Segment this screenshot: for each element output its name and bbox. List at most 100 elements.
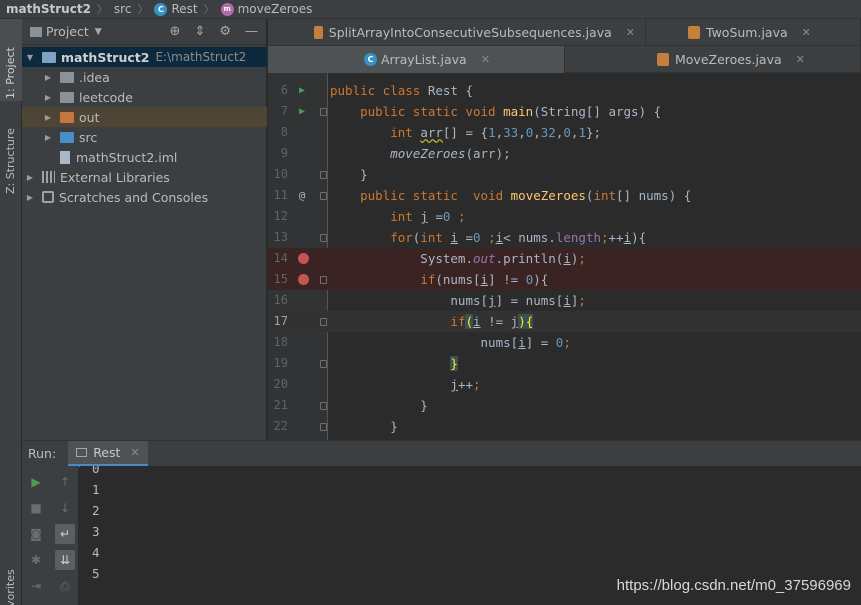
project-panel-header: Project ▼ ⊕ ⇕ ⚙ — xyxy=(22,19,266,45)
run-tab[interactable]: Rest ✕ xyxy=(68,440,148,467)
code-text: int j =0 ; xyxy=(390,209,466,224)
soft-wrap-icon[interactable]: ↵ xyxy=(55,524,75,544)
tab-two-sum[interactable]: TwoSum.java ✕ xyxy=(646,19,861,46)
chevron-down-icon[interactable]: ▼ xyxy=(95,27,102,37)
fold-icon[interactable] xyxy=(320,192,327,200)
line-number: 21 xyxy=(273,398,288,412)
watermark-text: https://blog.csdn.net/m0_37596969 xyxy=(616,577,851,594)
stop-icon[interactable]: ■ xyxy=(26,498,46,518)
source-folder-icon xyxy=(60,131,74,143)
hide-panel-icon[interactable]: — xyxy=(245,24,258,39)
close-icon[interactable]: ✕ xyxy=(796,53,805,66)
fold-icon[interactable] xyxy=(320,423,327,431)
project-toolwindow-button[interactable]: 1: Project xyxy=(4,47,17,99)
code-line[interactable]: 18 nums[i] = 0; xyxy=(268,332,861,353)
collapse-all-icon[interactable]: ⇕ xyxy=(194,24,205,39)
fold-icon[interactable] xyxy=(320,318,327,326)
tree-item-module[interactable]: ▼ mathStruct2 E:\mathStruct2 xyxy=(22,47,267,67)
code-line[interactable]: 22 } xyxy=(268,416,861,437)
fold-icon[interactable] xyxy=(320,402,327,410)
tree-item-idea[interactable]: ▶ .idea xyxy=(22,67,267,87)
breakpoint-icon[interactable] xyxy=(298,253,309,264)
close-icon[interactable]: ✕ xyxy=(130,446,139,459)
code-line[interactable]: 20 j++; xyxy=(268,374,861,395)
code-line[interactable]: 8 int arr[] = {1,33,0,32,0,1}; xyxy=(268,122,861,143)
tree-item-src[interactable]: ▶ src xyxy=(22,127,267,147)
gear-icon[interactable]: ⚙ xyxy=(219,24,231,39)
code-line-current[interactable]: 17 if(i != j){ xyxy=(268,311,861,332)
fold-icon[interactable] xyxy=(320,360,327,368)
code-line[interactable]: 12 int j =0 ; xyxy=(268,206,861,227)
code-line-breakpoint[interactable]: 15 if(nums[i] != 0){ xyxy=(268,269,861,290)
run-gutter-icon[interactable]: ▶ xyxy=(296,80,308,101)
tree-item-label: mathStruct2.iml xyxy=(76,149,178,165)
tree-item-path: E:\mathStruct2 xyxy=(155,50,247,64)
code-editor[interactable]: 6 ▶ public class Rest { 7 ▶ public stati… xyxy=(268,73,861,440)
breadcrumb-class[interactable]: Rest xyxy=(171,2,197,16)
line-number: 20 xyxy=(273,377,288,391)
collapsed-arrow-icon[interactable]: ▶ xyxy=(24,193,36,202)
code-line[interactable]: 9 moveZeroes(arr); xyxy=(268,143,861,164)
collapsed-arrow-icon[interactable]: ▶ xyxy=(42,133,54,142)
structure-toolwindow-button[interactable]: Z: Structure xyxy=(4,128,17,194)
code-text: if(i != j){ xyxy=(450,314,534,329)
code-line[interactable]: 13 for(int i =0 ;i< nums.length;++i){ xyxy=(268,227,861,248)
tree-item-external-libraries[interactable]: ▶ External Libraries xyxy=(22,167,267,187)
java-file-icon xyxy=(657,53,669,66)
line-number: 10 xyxy=(273,167,288,181)
line-number: 11 xyxy=(273,188,288,202)
breadcrumb-method[interactable]: moveZeroes xyxy=(238,2,313,16)
breadcrumb-separator: 〉 xyxy=(137,3,149,16)
tab-label: SplitArrayIntoConsecutiveSubsequences.ja… xyxy=(328,25,612,40)
code-line[interactable]: 6 ▶ public class Rest { xyxy=(268,80,861,101)
collapsed-arrow-icon[interactable]: ▶ xyxy=(42,113,54,122)
code-line-breakpoint[interactable]: 14 System.out.println(i); xyxy=(268,248,861,269)
tab-array-list[interactable]: C ArrayList.java ✕ xyxy=(268,46,565,73)
exit-icon[interactable]: ⇥ xyxy=(26,576,46,596)
console-output[interactable]: 0 1 2 3 4 5 https://blog.csdn.net/m0_375… xyxy=(80,466,861,605)
tree-item-out[interactable]: ▶ out xyxy=(22,107,267,127)
close-icon[interactable]: ✕ xyxy=(481,53,490,66)
tree-item-label: out xyxy=(79,109,100,125)
tree-item-label: .idea xyxy=(79,69,110,85)
up-arrow-icon[interactable]: ↑ xyxy=(55,472,75,492)
collapsed-arrow-icon[interactable]: ▶ xyxy=(42,93,54,102)
code-line[interactable]: 10 } xyxy=(268,164,861,185)
breadcrumb-separator: 〉 xyxy=(203,3,215,16)
print-icon[interactable]: ⎙ xyxy=(55,576,75,596)
fold-icon[interactable] xyxy=(320,276,327,284)
fold-icon[interactable] xyxy=(320,171,327,179)
scroll-to-end-icon[interactable]: ⇊ xyxy=(55,550,75,570)
rerun-icon[interactable]: ▶ xyxy=(26,472,46,492)
breakpoint-icon[interactable] xyxy=(298,274,309,285)
code-line[interactable]: 16 nums[j] = nums[i]; xyxy=(268,290,861,311)
expanded-arrow-icon[interactable]: ▼ xyxy=(24,53,36,62)
code-line[interactable]: 11 @ public static void moveZeroes(int[]… xyxy=(268,185,861,206)
collapsed-arrow-icon[interactable]: ▶ xyxy=(24,173,36,182)
tree-item-iml[interactable]: mathStruct2.iml xyxy=(22,147,267,167)
code-text: } xyxy=(330,167,368,182)
camera-icon[interactable]: ◙ xyxy=(26,524,46,544)
code-text: System.out.println(i); xyxy=(330,251,586,266)
breadcrumb-project[interactable]: mathStruct2 xyxy=(6,2,91,16)
tree-item-leetcode[interactable]: ▶ leetcode xyxy=(22,87,267,107)
tab-split-array[interactable]: SplitArrayIntoConsecutiveSubsequences.ja… xyxy=(268,19,646,46)
settings-icon[interactable]: ✱ xyxy=(26,550,46,570)
close-icon[interactable]: ✕ xyxy=(626,26,635,39)
collapsed-arrow-icon[interactable]: ▶ xyxy=(42,73,54,82)
favorites-toolwindow-button[interactable]: Favorites xyxy=(4,569,17,605)
fold-icon[interactable] xyxy=(320,108,327,116)
tab-move-zeroes[interactable]: MoveZeroes.java ✕ xyxy=(565,46,861,73)
code-text: } xyxy=(450,356,458,371)
down-arrow-icon[interactable]: ↓ xyxy=(55,498,75,518)
project-view-dropdown[interactable]: Project xyxy=(46,24,89,39)
close-icon[interactable]: ✕ xyxy=(802,26,811,39)
run-gutter-icon[interactable]: ▶ xyxy=(296,101,308,122)
code-line[interactable]: 21 } xyxy=(268,395,861,416)
locate-file-icon[interactable]: ⊕ xyxy=(170,24,181,39)
breadcrumb-folder[interactable]: src xyxy=(114,2,132,16)
code-line[interactable]: 19 } xyxy=(268,353,861,374)
code-line[interactable]: 7 ▶ public static void main(String[] arg… xyxy=(268,101,861,122)
tree-item-scratches[interactable]: ▶ Scratches and Consoles xyxy=(22,187,267,207)
fold-icon[interactable] xyxy=(320,234,327,242)
